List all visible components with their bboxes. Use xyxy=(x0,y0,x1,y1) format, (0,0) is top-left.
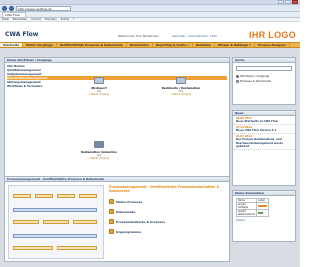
link-process-map[interactable]: Prozesslandkarte & Prozesse xyxy=(109,219,165,224)
back-icon[interactable] xyxy=(2,5,7,11)
forward-icon[interactable] xyxy=(9,5,14,11)
nav-knowledge[interactable]: Wissen & Kataloge ▾ xyxy=(215,43,255,47)
link-documents[interactable]: Dokumente xyxy=(109,209,135,214)
kpi-table: Name Anteil Anzahl Aufträge Anzahl Rekla… xyxy=(235,198,269,217)
logout-link[interactable]: abmelden xyxy=(172,34,186,38)
workflow-icon xyxy=(175,76,187,85)
app-window: CWA Flow Willkommen Herr Musterman abmel… xyxy=(0,22,300,267)
search-panel: Suche Workflows / Vorgänge Prozesse & Do… xyxy=(232,57,296,105)
nav-kpis[interactable]: Kennzahlen xyxy=(127,43,153,47)
help-link[interactable]: Hilfe xyxy=(210,34,216,38)
workflow-new-count[interactable]: 1 Neuer Vorgang xyxy=(75,157,123,160)
address-input[interactable]: http://www.cwaflow.de xyxy=(16,5,71,11)
document-icon xyxy=(109,209,114,214)
nav-my-cases[interactable]: Meine Vorgänge xyxy=(23,43,57,47)
folder-icon xyxy=(109,199,114,204)
news-item[interactable]: 08.09.2014 Neue Startseite in CWA Flow xyxy=(233,116,295,126)
kpi-panel: Meine Kennzahlen Name Anteil Anzahl Auft… xyxy=(232,190,296,242)
map-icon xyxy=(109,219,114,224)
kpi-panel-title: Meine Kennzahlen xyxy=(233,191,295,196)
workflow-industry-complaint[interactable]: Reklamation (Industrie) (1) 1 Neuer Vorg… xyxy=(75,140,123,160)
search-option-label: Workflows / Vorgänge xyxy=(240,74,270,78)
nav-contacts[interactable]: Kontakte xyxy=(193,43,215,47)
kpi-details-link[interactable]: Details xyxy=(236,219,295,222)
link-label[interactable]: Meine Prozesse xyxy=(116,200,142,204)
workflow-8d-report[interactable]: 8D-Report (1) 1 Neuer Vorgang xyxy=(79,76,119,96)
welcome-text: Willkommen Herr Musterman xyxy=(118,34,159,38)
search-option-label: Prozesse & Dokumente xyxy=(240,79,272,83)
news-text[interactable]: Neue Startseite in CWA Flow xyxy=(236,120,292,123)
news-panel: News 08.09.2014 Neue Startseite in CWA F… xyxy=(232,110,296,186)
radio-icon[interactable] xyxy=(236,74,239,78)
maximize-button[interactable] xyxy=(285,0,291,4)
admin-link[interactable]: Administration xyxy=(188,34,208,38)
workflow-complaint[interactable]: Bestimmte / Reklamation (1) 1 Neuer Vorg… xyxy=(155,76,207,96)
kpi-name: Anzahl Reklamationen xyxy=(235,209,258,217)
nav-process-designer[interactable]: Prozess Designer xyxy=(255,43,291,47)
menu-item-help[interactable]: ? xyxy=(73,18,74,21)
workflows-panel: Meine Workflows / Vorgänge Alle Module Q… xyxy=(4,57,230,191)
search-panel-title: Suche xyxy=(233,58,295,63)
workflow-new-count[interactable]: 1 Neuer Vorgang xyxy=(79,93,119,96)
search-option-workflows[interactable]: Workflows / Vorgänge xyxy=(236,74,292,78)
workflow-icon xyxy=(93,76,105,85)
process-map-thumbnail[interactable] xyxy=(8,185,104,259)
main-nav: Startseite Meine Vorgänge Veröffentlicht… xyxy=(0,42,300,48)
close-button[interactable] xyxy=(292,0,298,4)
news-item[interactable]: 01.07.2014 Der Prozess Reklamations- und… xyxy=(233,134,295,151)
process-overview-title: Prozessmanagement - Veröffentlichte Proz… xyxy=(109,185,220,193)
kpi-bar xyxy=(258,204,267,207)
menu-item-ansicht[interactable]: Ansicht xyxy=(31,18,41,21)
menu-item-favoriten[interactable]: Favoriten xyxy=(45,18,57,21)
search-option-processes[interactable]: Prozesse & Dokumente xyxy=(236,79,292,83)
menu-item-extras[interactable]: Extras xyxy=(61,18,69,21)
process-panel: Prozessmanagement - Veröffentlichte Proz… xyxy=(4,176,230,262)
link-my-processes[interactable]: Meine Prozesse xyxy=(109,199,142,204)
search-input[interactable] xyxy=(236,66,292,71)
top-links: abmelden Administration Hilfe xyxy=(172,34,217,38)
menu-item-datei[interactable]: Datei xyxy=(2,18,9,21)
app-header: CWA Flow Willkommen Herr Musterman abmel… xyxy=(0,22,300,42)
link-label[interactable]: Organigramme xyxy=(116,230,141,234)
nav-reporting[interactable]: Reporting & Suche ▾ xyxy=(153,43,193,47)
news-text[interactable]: Der Prozess Reklamations- und Beschwerde… xyxy=(236,138,292,148)
link-label[interactable]: Dokumente xyxy=(116,210,135,214)
browser-tab[interactable]: CWA Flow xyxy=(2,12,26,17)
kpi-bar xyxy=(258,211,263,214)
link-org-charts[interactable]: Organigramme xyxy=(109,229,141,234)
kpi-row[interactable]: Anzahl Aufträge xyxy=(235,202,269,210)
minimize-button[interactable] xyxy=(278,0,284,4)
company-logo: IHR LOGO xyxy=(249,30,296,40)
news-text[interactable]: Neue CWA Flow Version 5.1 xyxy=(236,129,292,132)
browser-address-bar: http://www.cwaflow.de xyxy=(0,5,300,12)
kpi-name: Anzahl Aufträge xyxy=(235,202,258,210)
menu-item-bearbeiten[interactable]: Bearbeiten xyxy=(13,18,27,21)
nav-start[interactable]: Startseite xyxy=(0,43,24,47)
workflow-new-count[interactable]: 1 Neuer Vorgang xyxy=(155,93,207,96)
link-label[interactable]: Prozesslandkarte & Prozesse xyxy=(116,220,165,224)
org-chart-icon xyxy=(109,229,114,234)
app-title: CWA Flow xyxy=(5,31,39,38)
news-item[interactable]: 07.11.2014 Neue CWA Flow Version 5.1 xyxy=(233,125,295,135)
kpi-row[interactable]: Anzahl Reklamationen xyxy=(235,209,269,217)
process-panel-title: Prozessmanagement - Veröffentlichte Proz… xyxy=(5,177,229,182)
workflow-icon xyxy=(93,140,105,149)
radio-icon[interactable] xyxy=(236,79,239,83)
window-controls xyxy=(278,0,298,4)
nav-published-processes[interactable]: Veröffentlichte Prozesse & Dokumente xyxy=(57,43,127,47)
